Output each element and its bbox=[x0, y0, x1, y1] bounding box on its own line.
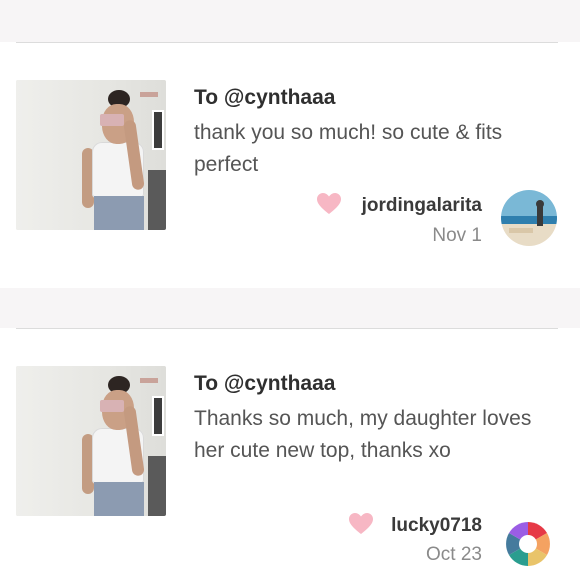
comment-text: Thanks so much, my daughter loves her cu… bbox=[194, 407, 532, 462]
comment-card: To @cynthaaa thank you so much! so cute … bbox=[0, 42, 580, 288]
commenter-avatar[interactable] bbox=[501, 190, 557, 246]
heart-icon[interactable] bbox=[348, 512, 374, 536]
commenter-username[interactable]: lucky0718 bbox=[378, 515, 482, 537]
comment-recipient: To @cynthaaa bbox=[194, 372, 336, 395]
heart-icon[interactable] bbox=[316, 192, 342, 216]
comment-text: thank you so much! so cute & fits perfec… bbox=[194, 121, 503, 176]
commenter-avatar[interactable] bbox=[498, 514, 554, 570]
product-photo[interactable] bbox=[16, 80, 166, 230]
divider bbox=[16, 42, 558, 43]
comment-recipient: To @cynthaaa bbox=[194, 86, 336, 109]
comment-date: Nov 1 bbox=[432, 225, 482, 246]
divider bbox=[16, 328, 558, 329]
product-photo[interactable] bbox=[16, 366, 166, 516]
comment-date: Oct 23 bbox=[426, 544, 482, 565]
commenter-username[interactable]: jordingalarita bbox=[346, 195, 482, 217]
comment-card: To @cynthaaa Thanks so much, my daughter… bbox=[0, 328, 580, 580]
